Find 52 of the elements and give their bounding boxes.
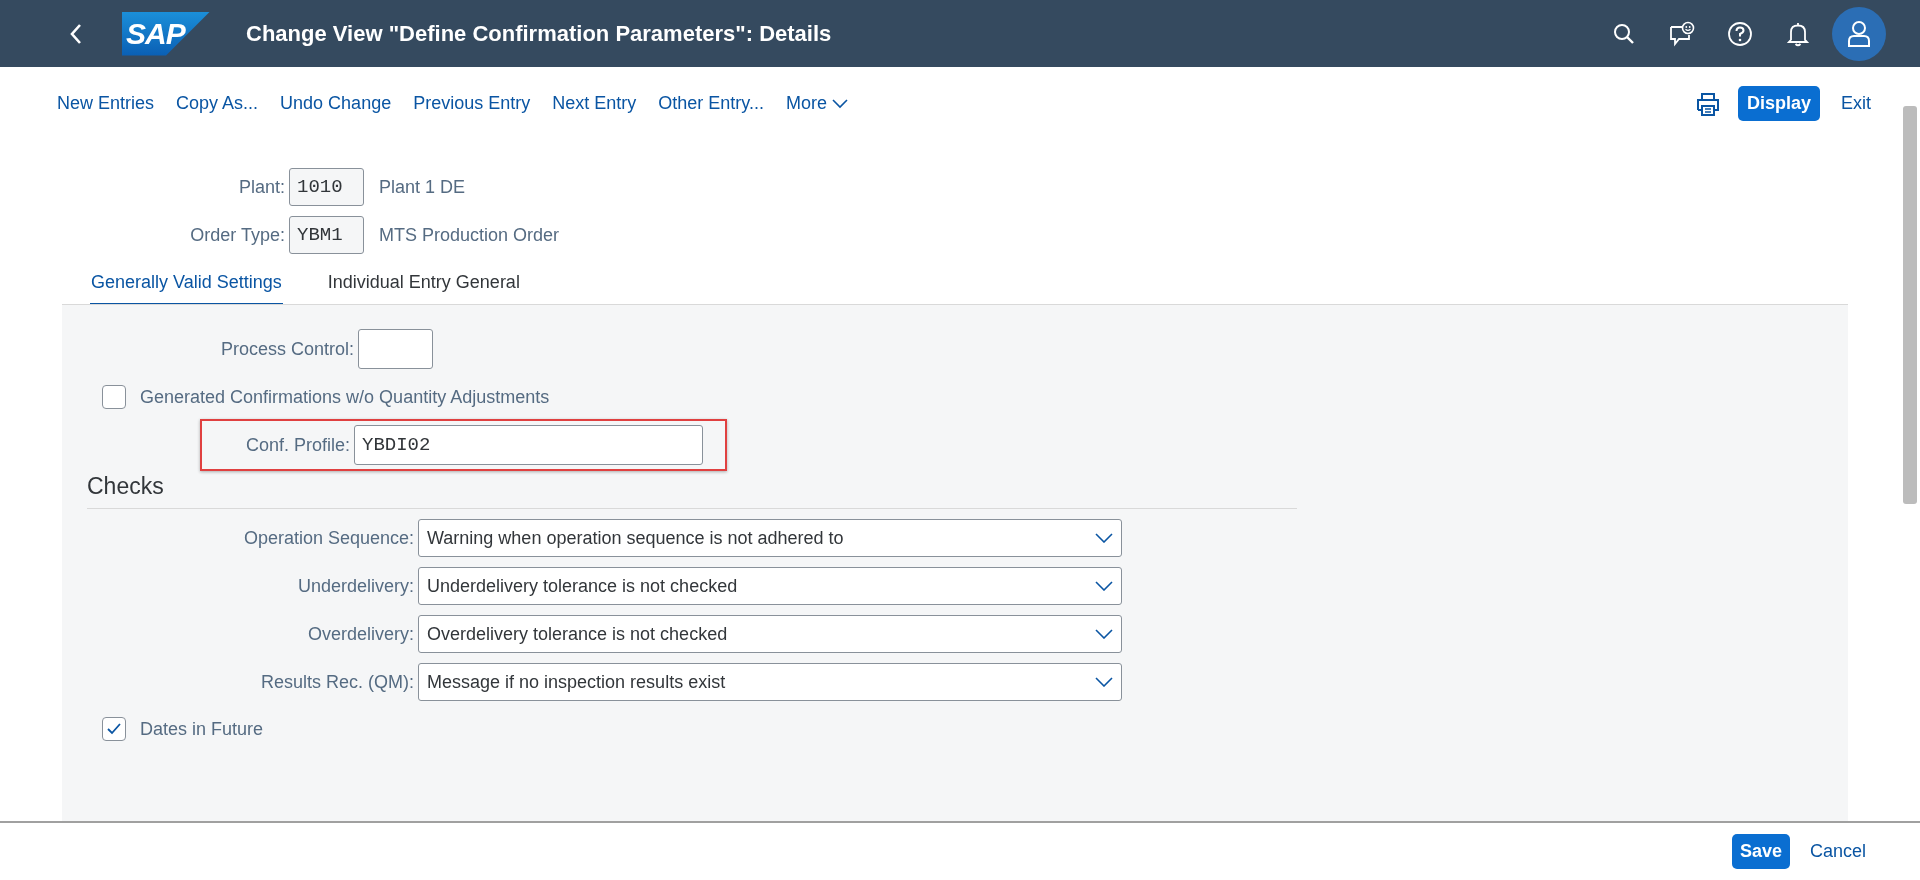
chevron-down-icon — [1095, 629, 1113, 639]
field-label: Results Rec. (QM): — [259, 671, 414, 693]
bell-icon — [1786, 20, 1810, 47]
toolbar-link[interactable]: Copy As... — [175, 89, 260, 118]
field-label: Plant: — [237, 176, 285, 198]
display-button[interactable]: Display — [1737, 86, 1820, 121]
company-logo: SAP — [122, 11, 210, 56]
exit-link[interactable]: Exit — [1840, 89, 1872, 118]
printer-icon — [1694, 90, 1721, 117]
checkbox-label: Generated Confirmations w/o Quantity Adjustments — [140, 386, 550, 408]
cancel-link[interactable]: Cancel — [1803, 837, 1872, 866]
readonly-field: YBM1 — [289, 216, 364, 254]
chevron-down-icon — [1095, 581, 1113, 591]
input-field[interactable]: YBDI02 — [354, 425, 703, 465]
person-icon — [1846, 19, 1872, 48]
section-title: Checks — [87, 473, 1297, 509]
toolbar-link[interactable]: New Entries — [56, 89, 156, 118]
chevron-down-icon — [1095, 677, 1113, 687]
field-label: Underdelivery: — [296, 575, 414, 597]
checkbox-label: Dates in Future — [140, 718, 264, 740]
scrollbar-thumb[interactable] — [1903, 106, 1917, 504]
toolbar-link[interactable]: Previous Entry — [412, 89, 532, 118]
window-title: Change View "Define Confirmation Parameters": Details — [246, 20, 832, 47]
input-field[interactable] — [358, 329, 433, 369]
toolbar-link[interactable]: Undo Change — [279, 89, 393, 118]
toolbar-link[interactable]: Other Entry... — [657, 89, 765, 118]
save-button[interactable]: Save — [1731, 834, 1790, 869]
chevron-down-icon — [831, 98, 848, 109]
checkmark-icon — [107, 723, 121, 735]
help-icon — [1727, 20, 1753, 47]
field-description: MTS Production Order — [379, 224, 560, 246]
checkbox[interactable] — [102, 717, 126, 741]
field-label: Operation Sequence: — [242, 527, 414, 549]
field-description: Plant 1 DE — [379, 176, 466, 198]
field-label: Conf. Profile: — [244, 434, 350, 456]
more-menu-link[interactable]: More — [784, 89, 849, 118]
chevron-down-icon — [1095, 533, 1113, 543]
dropdown-field[interactable]: Underdelivery tolerance is not checked — [418, 567, 1122, 605]
toolbar-link[interactable]: Next Entry — [551, 89, 638, 118]
chat-smiley-icon — [1669, 20, 1695, 47]
field-label: Order Type: — [189, 224, 285, 246]
dropdown-field[interactable]: Message if no inspection results exist — [418, 663, 1122, 701]
checkbox[interactable] — [102, 385, 126, 409]
back-chevron-icon — [69, 22, 83, 45]
field-label: Overdelivery: — [306, 623, 414, 645]
readonly-field: 1010 — [289, 168, 364, 206]
dropdown-field[interactable]: Overdelivery tolerance is not checked — [418, 615, 1122, 653]
dropdown-field[interactable]: Warning when operation sequence is not adhered to — [418, 519, 1122, 557]
search-icon — [1612, 21, 1636, 46]
user-avatar-button[interactable] — [1832, 6, 1886, 61]
tab[interactable]: Individual Entry General — [326, 264, 521, 306]
field-label: Process Control: — [219, 338, 354, 360]
